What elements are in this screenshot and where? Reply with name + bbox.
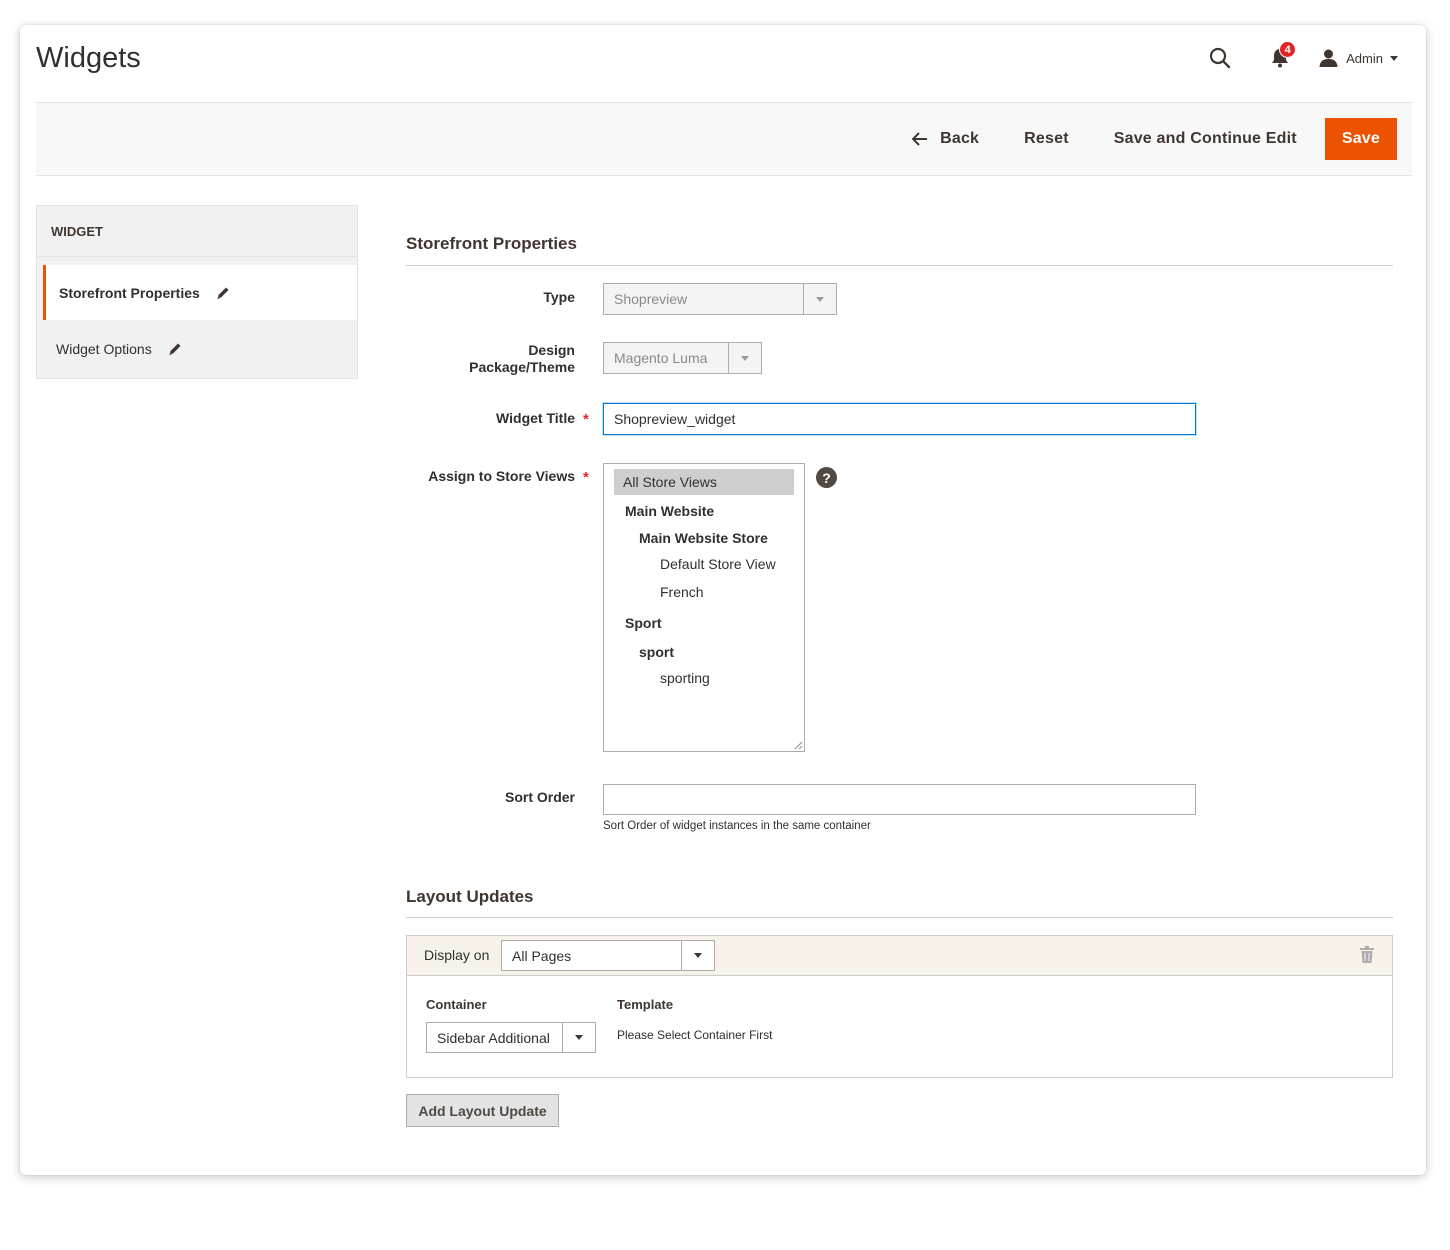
tab-label: Storefront Properties: [59, 284, 200, 301]
storefront-section-title: Storefront Properties: [406, 234, 577, 253]
layout-update-header: Display on All Pages: [407, 936, 1392, 976]
store-view-group: sport: [639, 644, 674, 660]
theme-label-line1: Design: [528, 342, 575, 358]
page-actions: Back Reset Save and Continue Edit Save: [912, 118, 1397, 160]
widget-title-input[interactable]: Shopreview_widget: [603, 403, 1196, 435]
store-views-label: Assign to Store Views: [428, 468, 575, 484]
layout-updates-title: Layout Updates: [406, 887, 534, 906]
page-actions-bar: Back Reset Save and Continue Edit Save: [36, 102, 1412, 176]
back-button-label: Back: [940, 130, 980, 147]
store-view-option[interactable]: Default Store View: [614, 551, 794, 577]
tab-widget-options[interactable]: Widget Options: [37, 320, 357, 378]
header-actions: 4 Admin: [1207, 41, 1398, 73]
sidebar-title: WIDGET: [36, 205, 358, 257]
display-on-value: All Pages: [512, 947, 572, 964]
save-and-continue-button[interactable]: Save and Continue Edit: [1114, 130, 1297, 148]
container-select[interactable]: Sidebar Additional: [426, 1022, 596, 1053]
display-on-label: Display on: [424, 947, 490, 963]
widget-sidebar: WIDGET Storefront Properties Widget Opti…: [36, 205, 358, 379]
user-menu[interactable]: Admin: [1319, 49, 1398, 67]
layout-update-panel: Display on All Pages Container Template …: [406, 935, 1393, 1078]
help-icon[interactable]: ?: [816, 467, 837, 488]
chevron-down-icon: [728, 343, 761, 373]
theme-select-value: Magento Luma: [614, 350, 708, 366]
store-view-option[interactable]: sporting: [614, 665, 794, 691]
sort-order-label: Sort Order: [504, 789, 575, 805]
store-view-group: Main Website Store: [639, 530, 768, 546]
search-icon[interactable]: [1207, 45, 1233, 71]
tab-label: Widget Options: [56, 341, 152, 357]
theme-select[interactable]: Magento Luma: [603, 342, 762, 374]
widget-title-label: Widget Title: [496, 410, 575, 426]
pencil-icon: [169, 343, 181, 355]
section-divider: [406, 265, 1393, 266]
arrow-left-icon: [912, 132, 928, 146]
type-select[interactable]: Shopreview: [603, 283, 837, 315]
tab-storefront-properties[interactable]: Storefront Properties: [43, 265, 357, 320]
theme-label-line2: Package/Theme: [469, 359, 575, 375]
sort-order-note: Sort Order of widget instances in the sa…: [603, 820, 871, 832]
save-button[interactable]: Save: [1324, 118, 1397, 160]
sort-order-input[interactable]: [603, 784, 1196, 815]
layout-update-body: Container Template Sidebar Additional Pl…: [407, 976, 1392, 1078]
back-button[interactable]: Back: [912, 130, 979, 148]
store-view-option[interactable]: All Store Views: [614, 469, 794, 495]
reset-button[interactable]: Reset: [1024, 130, 1069, 148]
user-name: Admin: [1346, 50, 1383, 66]
notifications-bell-icon[interactable]: 4: [1267, 41, 1297, 71]
type-label: Type: [543, 289, 575, 305]
container-select-value: Sidebar Additional: [437, 1029, 550, 1046]
admin-window: Widgets 4 Admin Back Reset Save and Cont…: [20, 25, 1426, 1175]
section-divider: [406, 917, 1393, 918]
store-view-group: Main Website: [625, 503, 715, 519]
required-asterisk: *: [583, 411, 589, 428]
store-view-group: Sport: [625, 615, 662, 631]
pencil-icon: [217, 287, 229, 299]
template-note: Please Select Container First: [617, 1028, 773, 1042]
resize-handle-icon[interactable]: [793, 740, 803, 750]
type-select-value: Shopreview: [614, 291, 688, 307]
chevron-down-icon: [803, 284, 836, 314]
chevron-down-icon: [562, 1023, 595, 1052]
store-view-option[interactable]: French: [614, 577, 794, 607]
notification-count-badge: 4: [1279, 41, 1297, 58]
required-asterisk: *: [583, 469, 589, 486]
user-icon: [1319, 49, 1338, 67]
trash-icon[interactable]: [1360, 946, 1374, 963]
theme-label: Design Package/Theme: [325, 342, 575, 376]
store-views-multiselect[interactable]: All Store Views Main Website Main Websit…: [603, 463, 805, 752]
page-title: Widgets: [36, 42, 141, 74]
template-label: Template: [617, 997, 674, 1012]
chevron-down-icon: [1390, 55, 1398, 61]
container-label: Container: [426, 997, 487, 1012]
chevron-down-icon: [681, 941, 714, 970]
display-on-select[interactable]: All Pages: [501, 940, 715, 971]
add-layout-update-button[interactable]: Add Layout Update: [406, 1094, 559, 1127]
sidebar-tabs: Storefront Properties Widget Options: [36, 257, 358, 379]
